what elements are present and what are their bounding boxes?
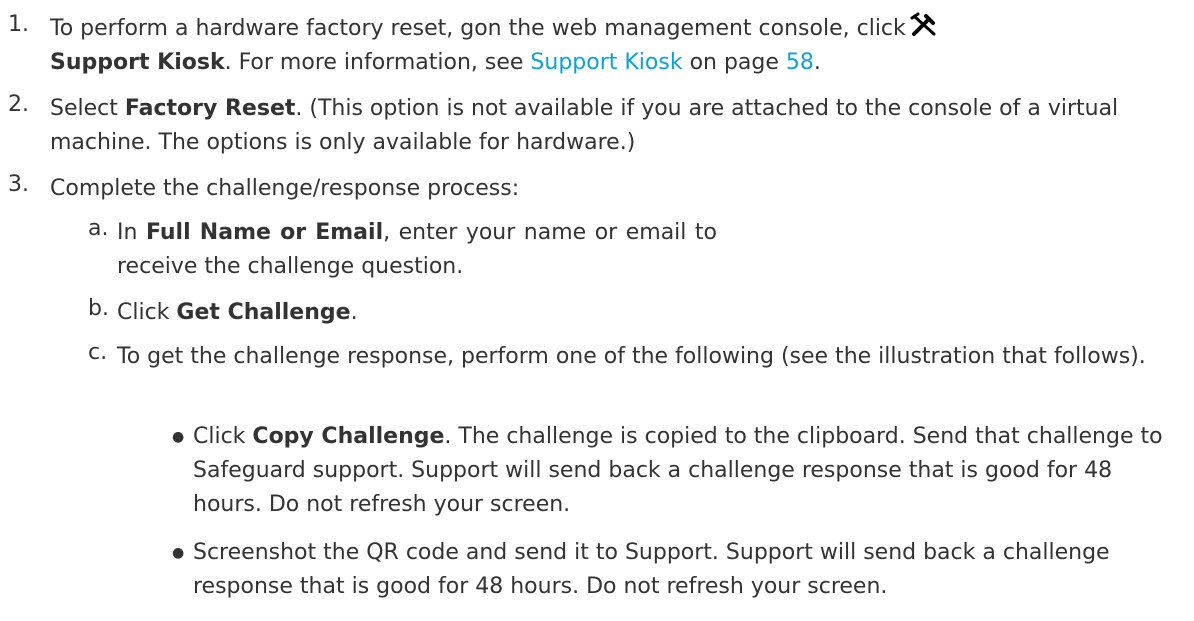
bullet-text: Click Copy Challenge. The challenge is c… [193,424,1163,517]
substep-letter: c. [88,340,108,365]
substep-letter: a. [88,216,109,241]
substep-a: a. In Full Name or Email, enter your nam… [88,216,1183,284]
step-number: 2. [8,92,29,117]
bullet-marker: ● [172,545,185,561]
step-number: 1. [8,12,29,37]
substep-text: Click Get Challenge. [117,300,358,325]
page-58-link[interactable]: 58 [786,50,814,75]
document-page: 1. To perform a hardware factory reset, … [0,0,1194,621]
support-kiosk-link[interactable]: Support Kiosk [530,50,682,75]
bullet-copy-challenge: ● Click Copy Challenge. The challenge is… [160,420,1186,522]
substep-c: c. To get the challenge response, perfor… [88,340,1183,374]
substep-letter: b. [88,296,109,321]
bullet-marker: ● [172,429,185,445]
substep-b: b. Click Get Challenge. [88,296,1183,330]
bullet-text: Screenshot the QR code and send it to Su… [193,540,1110,599]
substep-text: To get the challenge response, perform o… [117,344,1146,369]
step-3: 3. Complete the challenge/response proce… [8,172,1184,206]
step-text: Complete the challenge/response process: [50,176,520,201]
substep-text: In Full Name or Email, enter your name o… [117,220,717,279]
support-kiosk-tools-icon [910,12,938,38]
bullet-qr-code: ● Screenshot the QR code and send it to … [160,536,1186,604]
step-2: 2. Select Factory Reset. (This option is… [8,92,1184,160]
step-text: Select Factory Reset. (This option is no… [50,96,1119,155]
step-1: 1. To perform a hardware factory reset, … [8,12,1184,80]
step-number: 3. [8,172,29,197]
step-text: To perform a hardware factory reset, gon… [50,12,1184,80]
